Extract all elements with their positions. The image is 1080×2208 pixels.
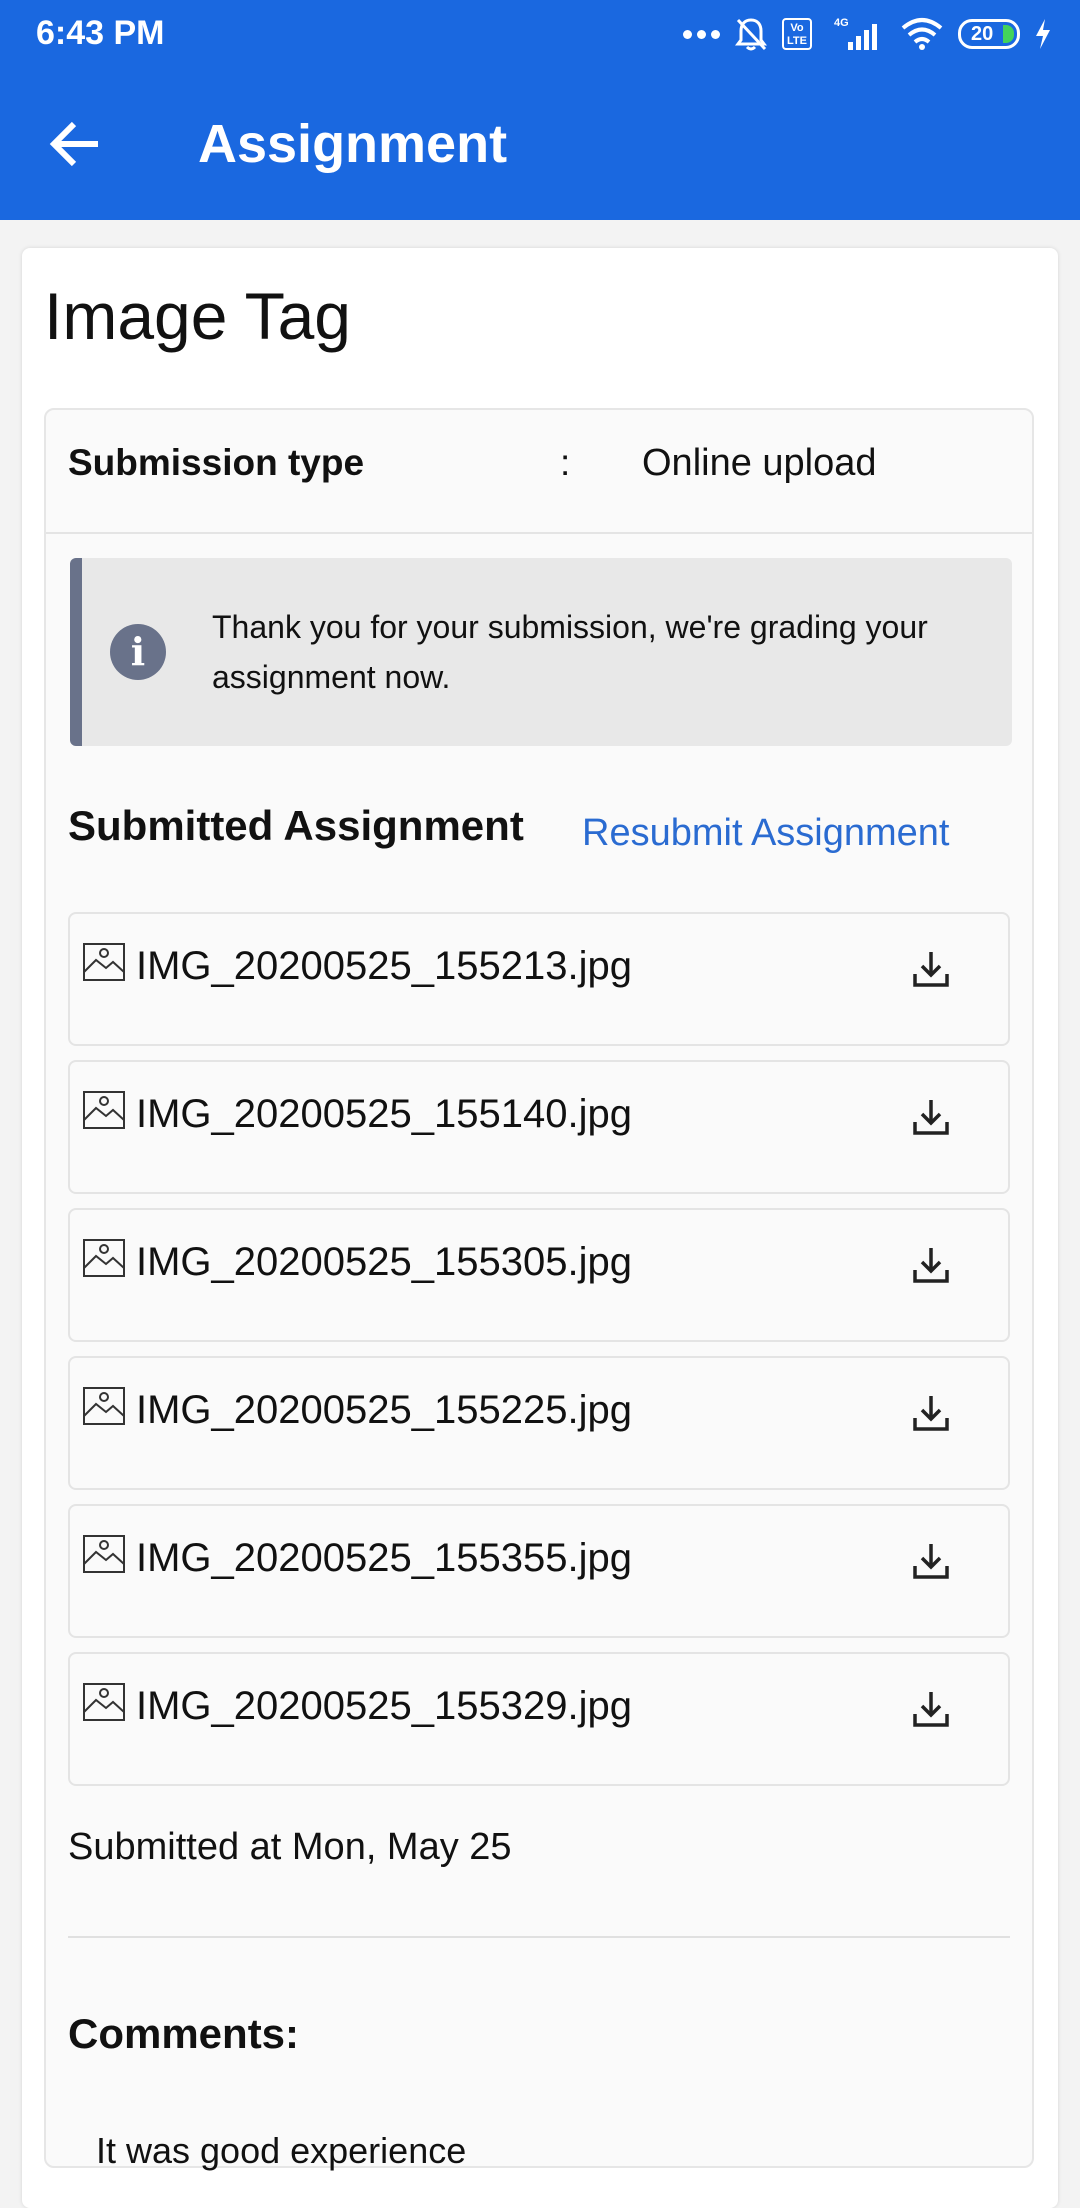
download-icon[interactable] <box>910 948 952 990</box>
image-file-icon <box>83 1239 125 1277</box>
file-item[interactable]: IMG_20200525_155140.jpg <box>68 1060 1010 1194</box>
volte-icon: Vo LTE <box>782 18 812 50</box>
submitted-at: Submitted at Mon, May 25 <box>68 1826 512 1868</box>
file-name: IMG_20200525_155329.jpg <box>136 1684 632 1728</box>
signal-icon: 4G <box>834 17 877 50</box>
battery-icon: 20 <box>958 19 1020 49</box>
file-item[interactable]: IMG_20200525_155225.jpg <box>68 1356 1010 1490</box>
file-item[interactable]: IMG_20200525_155213.jpg <box>68 912 1010 1046</box>
download-icon[interactable] <box>910 1688 952 1730</box>
download-icon[interactable] <box>910 1392 952 1434</box>
info-icon: i <box>110 624 166 680</box>
submission-panel: Submission type : Online upload i Thank … <box>44 408 1034 2171</box>
file-item[interactable]: IMG_20200525_155305.jpg <box>68 1208 1010 1342</box>
submission-type-colon: : <box>560 442 571 483</box>
divider <box>68 1936 1010 1938</box>
resubmit-assignment-link[interactable]: Resubmit Assignment <box>582 812 950 855</box>
comment-text: It was good experience <box>96 2130 467 2171</box>
notifications-off-icon <box>735 18 767 51</box>
file-name: IMG_20200525_155213.jpg <box>136 944 632 988</box>
app-bar-title: Assignment <box>198 114 508 174</box>
assignment-title: Image Tag <box>44 279 351 353</box>
back-arrow-icon[interactable] <box>40 108 112 180</box>
status-icons: Vo LTE 4G 20 <box>683 14 1052 54</box>
info-banner: i Thank you for your submission, we're g… <box>70 558 1012 746</box>
file-item[interactable]: IMG_20200525_155329.jpg <box>68 1652 1010 1786</box>
charging-icon <box>1036 19 1050 49</box>
file-name: IMG_20200525_155140.jpg <box>136 1092 632 1136</box>
assignment-card: Image Tag Submission type : Online uploa… <box>22 248 1058 2208</box>
image-file-icon <box>83 1091 125 1129</box>
submission-type-row: Submission type : Online upload <box>46 410 1032 534</box>
wifi-icon <box>901 18 943 50</box>
file-name: IMG_20200525_155355.jpg <box>136 1536 632 1580</box>
network-type-label: 4G <box>834 17 849 29</box>
image-file-icon <box>83 943 125 981</box>
info-message: Thank you for your submission, we're gra… <box>212 609 928 695</box>
image-file-icon <box>83 1535 125 1573</box>
file-name: IMG_20200525_155305.jpg <box>136 1240 632 1284</box>
download-icon[interactable] <box>910 1244 952 1286</box>
submission-type-label: Submission type <box>68 442 365 483</box>
battery-level: 20 <box>971 23 994 45</box>
file-list: IMG_20200525_155213.jpg IMG_20200525_155… <box>68 912 1010 1800</box>
comments-title: Comments: <box>68 2010 300 2057</box>
submission-type-value: Online upload <box>642 442 877 484</box>
app-bar: 6:43 PM Vo LTE 4G 20 Assignment <box>0 0 1080 220</box>
more-notifications-icon <box>683 29 720 39</box>
status-time: 6:43 PM <box>36 14 165 52</box>
image-file-icon <box>83 1387 125 1425</box>
download-icon[interactable] <box>910 1096 952 1138</box>
download-icon[interactable] <box>910 1540 952 1582</box>
file-name: IMG_20200525_155225.jpg <box>136 1388 632 1432</box>
submitted-assignment-title: Submitted Assignment <box>68 802 524 849</box>
file-item[interactable]: IMG_20200525_155355.jpg <box>68 1504 1010 1638</box>
image-file-icon <box>83 1683 125 1721</box>
